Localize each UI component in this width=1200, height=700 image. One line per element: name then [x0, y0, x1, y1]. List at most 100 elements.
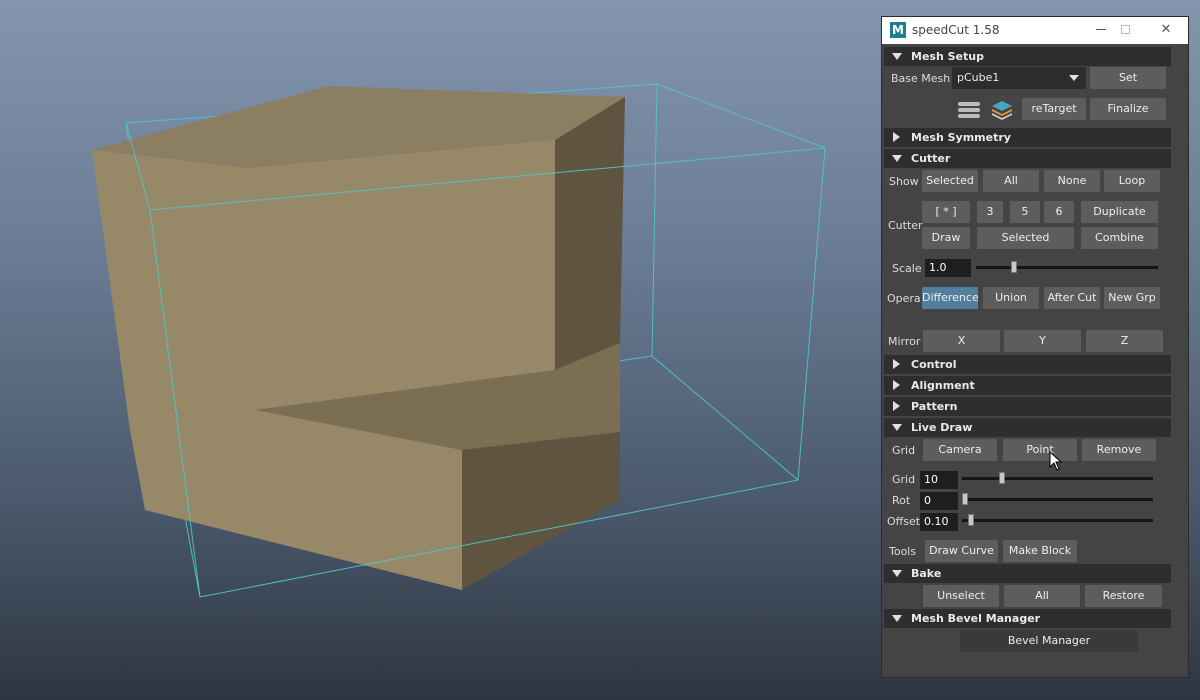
cutter-selected-button[interactable]: Selected: [977, 227, 1074, 249]
scale-slider-thumb[interactable]: [1011, 261, 1017, 273]
new-grp-button[interactable]: New Grp: [1104, 287, 1160, 309]
section-label: Cutter: [911, 152, 951, 165]
camera-button[interactable]: Camera: [923, 439, 997, 461]
mesh-lower-side-face: [462, 432, 620, 590]
show-selected-button[interactable]: Selected: [922, 170, 978, 192]
collapse-down-icon: [892, 155, 902, 162]
mesh-upper-side-face: [555, 97, 625, 370]
section-control[interactable]: Control: [884, 355, 1171, 374]
rot-slider-thumb[interactable]: [962, 493, 968, 505]
base-mesh-label: Base Mesh: [891, 72, 951, 85]
set-button[interactable]: Set: [1090, 67, 1166, 89]
section-label: Mesh Bevel Manager: [911, 612, 1041, 625]
section-alignment[interactable]: Alignment: [884, 376, 1171, 395]
section-live-draw[interactable]: Live Draw: [884, 418, 1171, 437]
base-mesh-dropdown[interactable]: pCube1: [952, 67, 1086, 89]
cutter-label: Cutter: [888, 219, 923, 232]
expand-right-icon: [893, 380, 900, 390]
rot-label: Rot: [892, 494, 911, 507]
grid-slider-track[interactable]: [962, 477, 1153, 480]
duplicate-button[interactable]: Duplicate: [1081, 201, 1158, 223]
section-label: Mesh Setup: [911, 50, 984, 63]
speedcut-window: M speedCut 1.58 ✕ Mesh Setup Base Mesh p…: [881, 16, 1189, 678]
cut-mesh: [92, 86, 625, 590]
maximize-button[interactable]: [1114, 20, 1136, 40]
bake-all-button[interactable]: All: [1004, 585, 1080, 607]
combine-button[interactable]: Combine: [1081, 227, 1158, 249]
after-cut-button[interactable]: After Cut: [1044, 287, 1100, 309]
remove-button[interactable]: Remove: [1082, 439, 1156, 461]
offset-label: Offset: [887, 515, 921, 528]
mirror-x-button[interactable]: X: [923, 330, 1000, 352]
section-bake[interactable]: Bake: [884, 564, 1171, 583]
rot-slider-track[interactable]: [962, 498, 1153, 501]
minimize-button[interactable]: [1090, 20, 1112, 40]
close-icon: ✕: [1160, 22, 1172, 37]
grid-mode-label: Grid: [892, 444, 916, 457]
collapse-down-icon: [892, 424, 902, 431]
cutter-5-button[interactable]: 5: [1010, 201, 1040, 223]
layers-icon[interactable]: [990, 99, 1014, 121]
section-label: Mesh Symmetry: [911, 131, 1011, 144]
bevel-manager-button[interactable]: Bevel Manager: [960, 630, 1138, 652]
cutter-3-button[interactable]: 3: [977, 201, 1003, 223]
mouse-cursor-icon: [1049, 451, 1063, 471]
draw-curve-button[interactable]: Draw Curve: [925, 540, 998, 562]
offset-field[interactable]: 0.10: [920, 513, 958, 531]
collapse-down-icon: [892, 615, 902, 622]
show-all-button[interactable]: All: [983, 170, 1039, 192]
list-menu-icon[interactable]: [958, 101, 980, 119]
show-none-button[interactable]: None: [1044, 170, 1100, 192]
expand-right-icon: [893, 401, 900, 411]
section-label: Live Draw: [911, 421, 973, 434]
show-label: Show: [889, 175, 919, 188]
title-bar[interactable]: M speedCut 1.58 ✕: [882, 17, 1188, 44]
grid-field[interactable]: 10: [920, 471, 958, 489]
minimize-icon: [1096, 29, 1106, 30]
retarget-button[interactable]: reTarget: [1022, 98, 1086, 120]
viewport-scene: [92, 83, 826, 598]
section-label: Pattern: [911, 400, 958, 413]
difference-button[interactable]: Difference: [922, 287, 978, 309]
grid-value-label: Grid: [892, 473, 916, 486]
draw-button[interactable]: Draw: [922, 227, 970, 249]
scale-field[interactable]: 1.0: [925, 259, 971, 277]
section-mesh-symmetry[interactable]: Mesh Symmetry: [884, 128, 1171, 147]
finalize-button[interactable]: Finalize: [1090, 98, 1166, 120]
mirror-y-button[interactable]: Y: [1004, 330, 1081, 352]
close-button[interactable]: ✕: [1155, 20, 1177, 40]
section-mesh-bevel-manager[interactable]: Mesh Bevel Manager: [884, 609, 1171, 628]
expand-right-icon: [893, 359, 900, 369]
collapse-down-icon: [892, 53, 902, 60]
tools-label: Tools: [889, 545, 917, 558]
mirror-z-button[interactable]: Z: [1086, 330, 1163, 352]
offset-slider-track[interactable]: [962, 519, 1153, 522]
section-cutter[interactable]: Cutter: [884, 149, 1171, 168]
cutter-bracket-star-button[interactable]: [ * ]: [922, 201, 970, 223]
mirror-label: Mirror: [888, 335, 921, 348]
expand-right-icon: [893, 132, 900, 142]
grid-slider-thumb[interactable]: [999, 472, 1005, 484]
chevron-down-icon: [1069, 75, 1079, 81]
union-button[interactable]: Union: [983, 287, 1039, 309]
section-pattern[interactable]: Pattern: [884, 397, 1171, 416]
cutter-6-button[interactable]: 6: [1044, 201, 1074, 223]
collapse-down-icon: [892, 570, 902, 577]
window-title: speedCut 1.58: [912, 23, 1000, 37]
scale-label: Scale: [892, 262, 922, 275]
point-button[interactable]: Point: [1003, 439, 1077, 461]
section-label: Alignment: [911, 379, 975, 392]
base-mesh-value: pCube1: [957, 71, 1000, 84]
maximize-icon: [1120, 25, 1130, 34]
unselect-button[interactable]: Unselect: [923, 585, 999, 607]
make-block-button[interactable]: Make Block: [1003, 540, 1077, 562]
opera-label: Opera: [887, 292, 921, 305]
show-loop-button[interactable]: Loop: [1104, 170, 1160, 192]
offset-slider-thumb[interactable]: [968, 514, 974, 526]
rot-field[interactable]: 0: [920, 492, 958, 510]
scale-slider-track[interactable]: [976, 266, 1158, 269]
restore-button[interactable]: Restore: [1085, 585, 1162, 607]
maya-app-icon: M: [890, 22, 906, 38]
section-label: Control: [911, 358, 957, 371]
section-mesh-setup[interactable]: Mesh Setup: [884, 47, 1171, 66]
